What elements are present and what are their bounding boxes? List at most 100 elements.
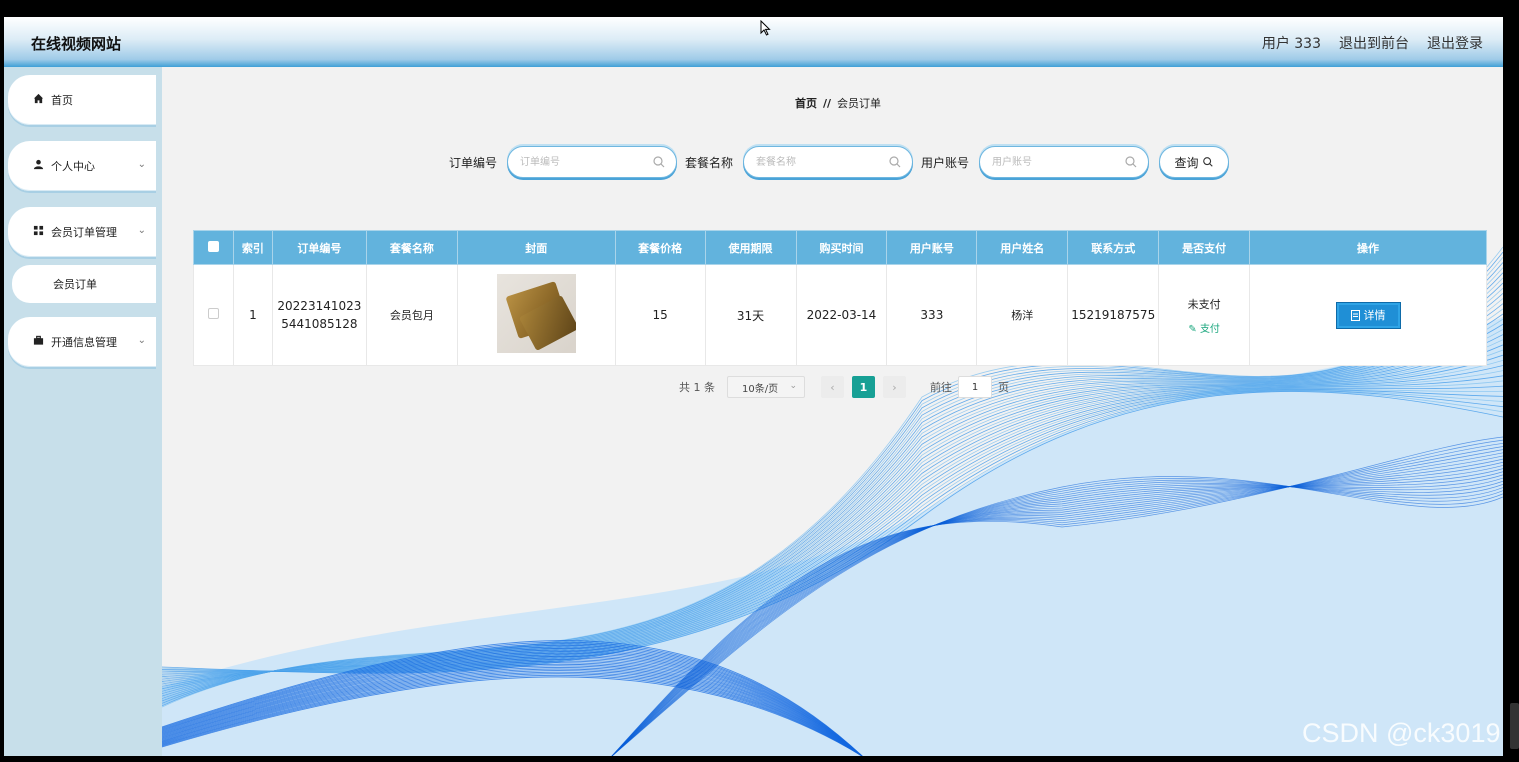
price-cell: 15 [614,264,706,366]
action-cell: 详情 [1249,264,1487,366]
pay-link[interactable]: ✎ 支付 [1159,320,1249,335]
paid-status: 未支付 [1187,297,1221,311]
search-bar: 订单编号 套餐名称 用户账号 查询 [449,145,1230,179]
watermark: CSDN @ck3019 [1302,718,1501,748]
page-unit-label: 页 [998,381,1009,394]
page-size-value: 10条/页 [742,383,779,395]
search-icon [1202,157,1213,167]
breadcrumb-home[interactable]: 首页 [795,97,817,110]
column-header: 是否支付 [1158,230,1251,265]
account-field [979,146,1150,178]
column-header: 索引 [232,230,273,265]
row-checkbox[interactable] [207,308,219,319]
detail-button[interactable]: 详情 [1336,302,1400,328]
chevron-down-icon: ⌄ [137,225,146,236]
edit-icon: ✎ [1188,323,1197,335]
search-icon [889,156,901,168]
home-icon [32,93,44,107]
briefcase-icon [32,335,44,349]
chevron-down-icon: ⌄ [137,335,146,346]
column-header: 联系方式 [1067,230,1160,265]
main-content: 首页 // 会员订单 订单编号 套餐名称 用户账号 查询 [162,67,1503,756]
table-row: 1 20223141023 5441085128 会员包月 15 31天 202… [193,264,1487,366]
account-input[interactable] [992,147,1123,177]
index-cell: 1 [232,264,273,366]
chevron-left-icon: ‹ [830,380,835,394]
next-page-button[interactable]: › [883,376,906,398]
name-cell: 杨洋 [976,264,1069,366]
sidebar-item-open-info-mgmt[interactable]: 开通信息管理 ⌄ [8,317,156,367]
mouse-cursor-icon [760,20,771,36]
sidebar-item-member-order-mgmt[interactable]: 会员订单管理 ⌄ [8,207,156,257]
term-cell: 31天 [704,264,797,366]
select-all-checkbox[interactable] [207,240,219,252]
package-input[interactable] [756,147,887,177]
column-header: 套餐名称 [365,230,458,265]
package-field [743,146,914,178]
package-cell: 会员包月 [365,264,458,366]
chevron-right-icon: › [892,380,897,394]
breadcrumb-current: 会员订单 [837,97,882,110]
buy-time-cell: 2022-03-14 [795,264,888,366]
table-header-row: 索引 订单编号 套餐名称 封面 套餐价格 使用期限 购买时间 用户账号 用户姓名… [193,230,1487,265]
column-header: 操作 [1249,230,1487,265]
order-no-label: 订单编号 [449,155,498,170]
detail-button-label: 详情 [1363,309,1386,322]
goto-page-input[interactable] [958,376,992,398]
user-icon [32,159,44,173]
breadcrumb: 首页 // 会员订单 [795,95,881,111]
sidebar-subitem-label: 会员订单 [53,278,97,291]
package-label: 套餐名称 [685,155,734,170]
exit-to-front-link[interactable]: 退出到前台 [1339,33,1409,53]
total-count: 共 1 条 [679,381,715,394]
phone-cell: 15219187575 [1067,264,1160,366]
sidebar-item-label: 首页 [51,94,73,107]
column-header: 订单编号 [271,230,367,265]
goto-label: 前往 [930,381,952,394]
top-bar: 在线视频网站 用户 333 退出到前台 退出登录 [4,17,1503,67]
column-header: 购买时间 [795,230,888,265]
site-title: 在线视频网站 [31,35,122,53]
column-header: 封面 [456,230,616,265]
sidebar: 首页 个人中心 ⌄ 会员订单管理 ⌄ 会员订单 开通信息管理 ⌄ [4,67,162,756]
chevron-down-icon: ⌄ [789,381,797,391]
pay-link-label: 支付 [1199,323,1220,335]
grid-icon [32,225,44,239]
order-no-cell: 20223141023 5441085128 [271,264,367,366]
prev-page-button[interactable]: ‹ [821,376,844,398]
chevron-down-icon: ⌄ [137,159,146,170]
order-table: 索引 订单编号 套餐名称 封面 套餐价格 使用期限 购买时间 用户账号 用户姓名… [193,230,1487,366]
search-icon [653,156,665,168]
app-window: 在线视频网站 用户 333 退出到前台 退出登录 首页 个人中心 ⌄ 会员订单管… [4,17,1503,756]
page-number-current[interactable]: 1 [852,376,875,398]
column-header: 使用期限 [704,230,797,265]
order-no-line-1: 20223141023 [277,299,362,313]
cover-image[interactable] [496,274,576,353]
row-select-cell [193,264,234,366]
scroll-handle[interactable] [1510,703,1519,749]
sidebar-item-label: 个人中心 [51,160,95,173]
logout-link[interactable]: 退出登录 [1427,33,1483,53]
search-icon [1125,156,1137,168]
top-links: 用户 333 退出到前台 退出登录 [1262,33,1483,53]
query-button-label: 查询 [1174,155,1199,170]
sidebar-item-personal[interactable]: 个人中心 ⌄ [8,141,156,191]
order-no-field [507,146,678,178]
order-no-line-2: 5441085128 [281,317,358,331]
order-no-input[interactable] [520,147,651,177]
column-header: 用户姓名 [976,230,1069,265]
document-icon [1350,309,1360,321]
sidebar-item-label: 开通信息管理 [51,336,117,349]
account-label: 用户账号 [921,155,970,170]
select-all-cell [193,230,234,265]
cover-cell [456,264,616,366]
sidebar-item-label: 会员订单管理 [51,226,117,239]
column-header: 套餐价格 [614,230,706,265]
user-label[interactable]: 用户 333 [1262,33,1321,53]
sidebar-item-home[interactable]: 首页 [8,75,156,125]
column-header: 用户账号 [886,230,978,265]
query-button[interactable]: 查询 [1159,146,1230,178]
paid-cell: 未支付 ✎ 支付 [1158,264,1251,366]
sidebar-subitem-member-order[interactable]: 会员订单 [12,265,156,303]
page-size-select[interactable]: 10条/页 ⌄ [727,376,805,398]
